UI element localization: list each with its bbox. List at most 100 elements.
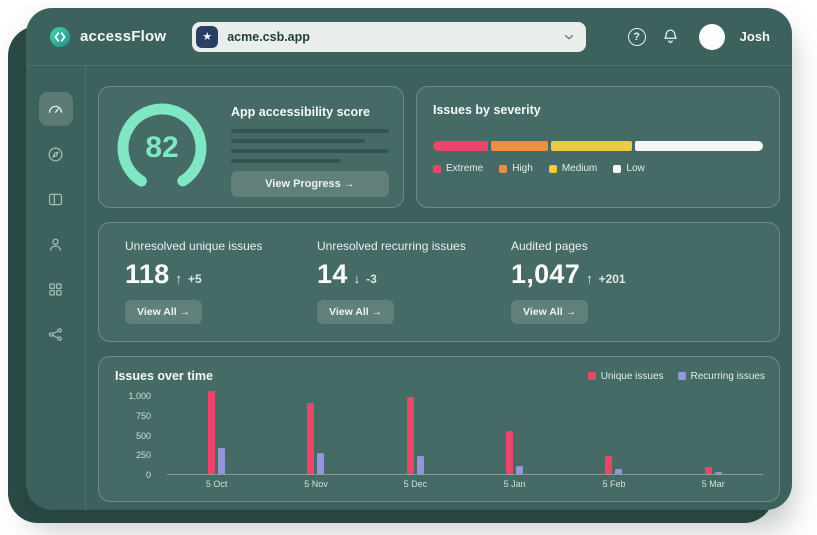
bar-unique-issues[interactable] (407, 397, 414, 474)
star-icon: ★ (196, 26, 218, 48)
issues-by-severity-card: Issues by severity Extreme High Medium Low (416, 86, 780, 208)
accessibility-score-card: 82 App accessibility score View Progress… (98, 86, 404, 208)
help-button[interactable]: ? (628, 28, 646, 46)
severity-bar (433, 141, 763, 151)
stat-delta: +201 (599, 272, 626, 286)
card-title: Issues by severity (433, 103, 541, 117)
severity-legend-item: Medium (549, 163, 598, 174)
stat-label: Unresolved unique issues (125, 239, 305, 253)
stat-value: 1,047 (511, 259, 580, 290)
legend-chip-icon (613, 165, 621, 173)
legend-label: Unique issues (601, 371, 664, 382)
trend-up-icon: ↑ (586, 271, 593, 286)
bar-recurring-issues[interactable] (516, 466, 523, 474)
y-axis: 02505007501,000 (115, 395, 159, 475)
logo-icon (48, 25, 72, 49)
sidebar-item-explore[interactable] (39, 137, 73, 171)
stat-audited-pages: Audited pages 1,047 ↑ +201 View All → (511, 239, 691, 324)
trend-up-icon: ↑ (175, 271, 182, 286)
card-title: App accessibility score (231, 105, 370, 119)
bar-group: 5 Jan (465, 395, 564, 474)
view-progress-button[interactable]: View Progress → (231, 171, 389, 197)
plot-area: 5 Oct5 Nov5 Dec5 Jan5 Feb5 Mar (167, 395, 763, 475)
severity-segment-extreme (433, 141, 488, 151)
legend-label: Extreme (446, 163, 483, 174)
x-axis-label: 5 Dec (366, 479, 465, 489)
severity-segment-high (491, 141, 549, 151)
view-progress-label: View Progress → (265, 178, 355, 190)
legend-chip-icon (549, 165, 557, 173)
legend-label: Low (626, 163, 644, 174)
chart-legend: Unique issues Recurring issues (588, 371, 765, 382)
project-selector[interactable]: ★ acme.csb.app (192, 22, 586, 52)
stat-value-row: 118 ↑ +5 (125, 259, 305, 290)
topbar-actions: ? Josh (628, 24, 770, 50)
bar-unique-issues[interactable] (307, 403, 314, 474)
y-axis-label: 500 (136, 431, 151, 441)
legend-label: Medium (562, 163, 598, 174)
topbar: accessFlow ★ acme.csb.app ? Josh (26, 8, 792, 66)
sidebar-item-audience[interactable] (39, 227, 73, 261)
stats-card: Unresolved unique issues 118 ↑ +5 View A… (98, 222, 780, 342)
bar-chart: 02505007501,000 5 Oct5 Nov5 Dec5 Jan5 Fe… (115, 395, 763, 475)
view-all-button[interactable]: View All → (511, 300, 588, 324)
stat-label: Unresolved recurring issues (317, 239, 497, 253)
bar-group: 5 Oct (167, 395, 266, 474)
x-axis-label: 5 Feb (564, 479, 663, 489)
view-all-button[interactable]: View All → (125, 300, 202, 324)
y-axis-label: 250 (136, 450, 151, 460)
bar-group: 5 Mar (664, 395, 763, 474)
bar-recurring-issues[interactable] (715, 472, 722, 474)
sidebar-item-dashboard[interactable] (39, 92, 73, 126)
view-all-label: View All → (137, 306, 190, 318)
bar-group: 5 Dec (366, 395, 465, 474)
severity-legend: Extreme High Medium Low (433, 163, 645, 174)
notifications-bell-icon[interactable] (661, 27, 680, 46)
avatar[interactable] (699, 24, 725, 50)
legend-label: Recurring issues (691, 371, 765, 382)
y-axis-label: 1,000 (128, 391, 151, 401)
legend-chip-icon (499, 165, 507, 173)
bar-unique-issues[interactable] (605, 456, 612, 474)
legend-chip-icon (433, 165, 441, 173)
bar-recurring-issues[interactable] (417, 456, 424, 474)
bar-unique-issues[interactable] (208, 391, 215, 474)
stat-value: 118 (125, 259, 169, 290)
skeleton-line (231, 139, 365, 143)
sidebar (26, 66, 86, 510)
brand-name: accessFlow (80, 28, 166, 45)
stat-unresolved-recurring-issues: Unresolved recurring issues 14 ↓ -3 View… (317, 239, 497, 324)
sidebar-item-reports[interactable] (39, 272, 73, 306)
stat-delta: -3 (366, 272, 377, 286)
severity-legend-item: Low (613, 163, 644, 174)
legend-label: High (512, 163, 533, 174)
legend-chip-icon (588, 372, 596, 380)
x-axis-label: 5 Jan (465, 479, 564, 489)
chevron-down-icon (562, 30, 576, 44)
view-all-button[interactable]: View All → (317, 300, 394, 324)
share-network-icon (46, 325, 65, 344)
bar-recurring-issues[interactable] (615, 469, 622, 474)
bar-recurring-issues[interactable] (317, 453, 324, 474)
grid-icon (46, 280, 65, 299)
card-title: Issues over time (115, 369, 213, 383)
chart-legend-item: Recurring issues (678, 371, 765, 382)
page: accessFlow ★ acme.csb.app ? Josh (0, 0, 817, 535)
view-all-label: View All → (523, 306, 576, 318)
stat-label: Audited pages (511, 239, 691, 253)
bar-recurring-issues[interactable] (218, 448, 225, 474)
layout-icon (46, 190, 65, 209)
bar-unique-issues[interactable] (506, 431, 513, 474)
stat-value-row: 1,047 ↑ +201 (511, 259, 691, 290)
chart-legend-item: Unique issues (588, 371, 664, 382)
brand: accessFlow (48, 25, 166, 49)
y-axis-label: 0 (146, 470, 151, 480)
legend-chip-icon (678, 372, 686, 380)
sidebar-item-integrations[interactable] (39, 317, 73, 351)
y-axis-label: 750 (136, 411, 151, 421)
bar-unique-issues[interactable] (705, 467, 712, 474)
sidebar-item-pages[interactable] (39, 182, 73, 216)
severity-legend-item: Extreme (433, 163, 483, 174)
bar-group: 5 Nov (266, 395, 365, 474)
stat-unresolved-unique-issues: Unresolved unique issues 118 ↑ +5 View A… (125, 239, 305, 324)
